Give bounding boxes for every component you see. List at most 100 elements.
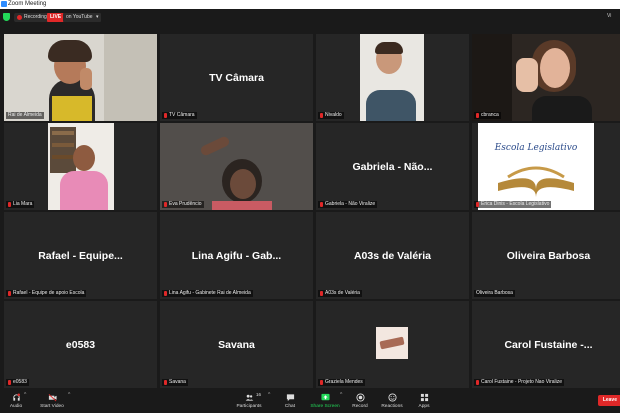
participant-name: Savana [169,379,186,385]
participant-label: Lina Agifu - Gabinete Rai de Almeida [162,290,253,297]
mic-muted-icon [476,113,479,118]
participant-name: Gabriela - Não Viralize [325,201,376,207]
participant-name: Oliveira Barbosa [474,290,515,297]
participant-tile[interactable]: Lia Mara [4,123,157,210]
participant-tile[interactable]: Rafael - Equipe... Rafael - Equipe de ap… [4,212,157,299]
participant-tile[interactable]: cbranca [472,34,620,121]
mic-muted-icon [164,291,167,296]
participant-tile[interactable]: Savana Savana [160,301,313,388]
participant-label: Carol Fustaine - Projeto Nao Viralize [474,379,565,386]
participant-display-name: Rafael - Equipe... [38,249,123,262]
participant-tile[interactable]: Gabriela - Não... Gabriela - Não Viraliz… [316,123,469,210]
reactions-label: Reactions [381,404,403,409]
participant-display-name: Lina Agifu - Gab... [191,249,282,262]
participant-label: Eva Prudêncio [162,201,204,208]
livestream-label: on YouTube [66,14,93,20]
mic-muted-icon [8,291,11,296]
participants-button[interactable]: Participants [227,391,271,413]
audio-label: Audio [9,404,23,409]
mic-muted-icon [164,113,167,118]
chevron-up-icon[interactable]: ^ [68,392,70,398]
view-toggle[interactable]: Vi [607,13,617,21]
record-icon [355,393,365,402]
participant-name: Nivaldo [325,112,342,118]
share-screen-icon [320,393,330,401]
participants-icon [245,394,253,401]
participant-tile[interactable]: Carol Fustaine -... Carol Fustaine - Pro… [472,301,620,388]
video-feed [472,34,620,121]
recording-dot-icon [17,15,22,20]
chevron-down-icon: ▾ [96,14,99,20]
mic-muted-icon [164,380,167,385]
participant-tile[interactable]: Graziela Mendes [316,301,469,388]
mic-muted-icon [8,202,11,207]
start-video-label: Start Video [40,404,64,409]
participant-name: Carol Fustaine - Projeto Nao Viralize [481,379,563,385]
participant-name: Rai de Almeida [6,112,44,119]
participants-count: 16 [256,392,262,397]
participant-tile[interactable]: A03s de Valéria A03s de Valéria [316,212,469,299]
participant-name: Rafael - Equipe de apoio Escola [13,290,85,296]
window-titlebar: Zoom Meeting [0,0,620,9]
video-feed [160,123,313,210]
mic-muted-icon [320,291,323,296]
participants-label: Participants [236,404,262,409]
participant-label: Érica Dinis - Escola Legislativo [474,201,552,208]
meeting-toolbar: Audio ^ Start Video ^ Participants 16 ^ … [0,389,620,413]
logo-text: Escola Legislativo [494,143,578,153]
participant-name: Lina Agifu - Gabinete Rai de Almeida [169,290,251,296]
participant-label: e0583 [6,379,29,386]
zoom-app-icon [1,1,7,7]
participant-display-name: Savana [218,338,255,351]
participant-label: Graziela Mendes [318,379,365,386]
record-label: Record [352,404,368,409]
participant-display-name: Gabriela - Não... [352,160,433,173]
participant-name: Eva Prudêncio [169,201,202,207]
mic-muted-icon [8,380,11,385]
participant-label: Savana [162,379,188,386]
participant-label: A03s de Valéria [318,290,362,297]
encryption-shield-icon[interactable] [3,13,10,21]
participant-tile[interactable]: Lina Agifu - Gab... Lina Agifu - Gabinet… [160,212,313,299]
book-logo-icon [498,166,574,197]
share-screen-label: Share Screen [310,404,340,409]
school-logo: Escola Legislativo [478,123,594,210]
video-feed [360,34,424,121]
participant-display-name: TV Câmara [209,71,264,84]
participant-tile[interactable]: Oliveira Barbosa Oliveira Barbosa [472,212,620,299]
participant-tile[interactable]: TV Câmara TV Câmara [160,34,313,121]
reactions-icon [387,393,397,402]
apps-button[interactable]: Apps [402,391,446,413]
meeting-status-bar: Recording LIVE on YouTube ▾ Vi [0,9,620,26]
apps-label: Apps [418,404,430,409]
recording-indicator[interactable]: Recording [14,13,50,22]
mic-muted-icon [476,202,479,207]
chat-icon [286,394,294,402]
participant-label: cbranca [474,112,501,119]
participant-name: TV Câmara [169,112,195,118]
participant-label: TV Câmara [162,112,197,119]
chat-label: Chat [284,404,296,409]
leave-button[interactable]: Leave [597,395,620,406]
participant-name: Lia Mara [13,201,33,207]
participant-label: Gabriela - Não Viralize [318,201,378,208]
window-title: Zoom Meeting [8,1,47,7]
participant-label: Lia Mara [6,201,35,208]
chevron-up-icon[interactable]: ^ [24,392,26,398]
participant-tile[interactable]: Eva Prudêncio [160,123,313,210]
view-label: Vi [607,13,612,19]
mic-muted-icon [320,202,323,207]
participant-display-name: Oliveira Barbosa [506,249,591,262]
participant-tile[interactable]: e0583 e0583 [4,301,157,388]
participant-display-name: e0583 [65,338,96,351]
mic-muted-icon [164,202,167,207]
mic-muted-icon [320,380,323,385]
live-badge[interactable]: LIVE [47,13,65,22]
participant-tile[interactable]: Nivaldo [316,34,469,121]
recording-label: Recording [24,14,47,20]
livestream-dropdown[interactable]: on YouTube ▾ [63,13,101,22]
participant-name: cbranca [481,112,499,118]
participant-tile[interactable]: Rai de Almeida [4,34,157,121]
participant-tile[interactable]: Escola Legislativo Érica Dinis - Escola … [472,123,620,210]
video-feed [4,34,157,121]
